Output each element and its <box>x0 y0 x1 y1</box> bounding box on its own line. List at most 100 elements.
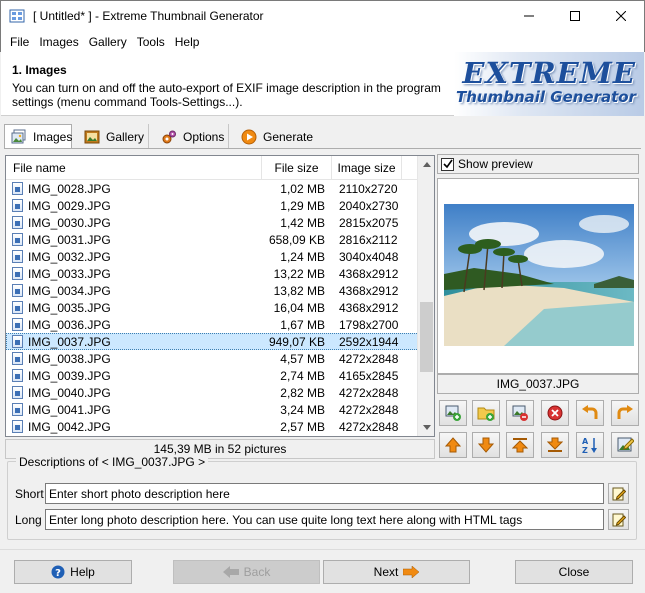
menu-gallery[interactable]: Gallery <box>84 35 132 49</box>
table-row[interactable]: IMG_0041.JPG 3,24 MB 4272x2848 <box>6 401 419 418</box>
menu-file[interactable]: File <box>5 35 34 49</box>
table-row[interactable]: IMG_0037.JPG 949,07 KB 2592x1944 <box>6 333 419 350</box>
image-size-cell: 4272x2848 <box>339 402 399 417</box>
footer-divider <box>0 549 645 550</box>
image-file-list[interactable]: File name File size Image size IMG_0028.… <box>5 155 435 437</box>
menu-help[interactable]: Help <box>170 35 205 49</box>
file-name-text: IMG_0031.JPG <box>28 232 111 247</box>
move-down-button[interactable] <box>472 432 500 458</box>
scroll-up-arrow[interactable] <box>418 156 434 173</box>
menu-tools[interactable]: Tools <box>132 35 170 49</box>
image-file-icon <box>12 250 23 263</box>
edit-image-button[interactable] <box>611 432 639 458</box>
file-name-cell: IMG_0032.JPG <box>7 250 263 264</box>
column-header-file-name[interactable]: File name <box>6 156 262 180</box>
file-size-cell: 1,29 MB <box>280 198 325 213</box>
svg-text:?: ? <box>55 568 61 579</box>
edit-long-description-button[interactable] <box>608 509 629 530</box>
minimize-button[interactable] <box>506 1 552 31</box>
file-name-text: IMG_0029.JPG <box>28 198 111 213</box>
add-folder-button[interactable] <box>472 400 500 426</box>
maximize-button[interactable] <box>552 1 598 31</box>
table-row[interactable]: IMG_0028.JPG 1,02 MB 2110x2720 <box>6 180 419 197</box>
edit-short-description-button[interactable] <box>608 483 629 504</box>
table-row[interactable]: IMG_0030.JPG 1,42 MB 2815x2075 <box>6 214 419 231</box>
generate-icon <box>241 129 257 145</box>
tab-options[interactable]: Options <box>149 124 229 149</box>
show-preview-label: Show preview <box>458 157 533 171</box>
table-row[interactable]: IMG_0032.JPG 1,24 MB 3040x4048 <box>6 248 419 265</box>
column-header-image-size[interactable]: Image size <box>332 156 402 180</box>
move-up-button[interactable] <box>439 432 467 458</box>
remove-image-button[interactable] <box>506 400 534 426</box>
short-description-input[interactable]: Enter short photo description here <box>45 483 604 504</box>
file-list-scrollbar[interactable] <box>417 156 434 436</box>
file-size-cell: 2,57 MB <box>280 419 325 434</box>
file-name-text: IMG_0038.JPG <box>28 351 111 366</box>
arrow-to-bottom-icon <box>547 437 563 452</box>
file-name-cell: IMG_0033.JPG <box>7 267 263 281</box>
table-row[interactable]: IMG_0039.JPG 2,74 MB 4165x2845 <box>6 367 419 384</box>
file-size-cell: 13,22 MB <box>273 266 325 281</box>
add-images-button[interactable] <box>439 400 467 426</box>
image-file-icon <box>12 335 23 348</box>
clear-list-button[interactable] <box>541 400 569 426</box>
options-icon <box>161 129 177 145</box>
rotate-left-icon <box>582 405 598 419</box>
image-edit-icon <box>617 437 634 452</box>
image-size-cell: 4368x2912 <box>339 283 399 298</box>
step-description: You can turn on and off the auto-export … <box>12 81 441 109</box>
table-row[interactable]: IMG_0042.JPG 2,57 MB 4272x2848 <box>6 418 419 435</box>
image-file-icon <box>12 352 23 365</box>
image-size-cell: 2815x2075 <box>339 215 399 230</box>
table-row[interactable]: IMG_0035.JPG 16,04 MB 4368x2912 <box>6 299 419 316</box>
remove-image-icon <box>512 405 528 421</box>
scrollbar-thumb[interactable] <box>420 302 433 372</box>
long-description-label: Long <box>15 513 42 527</box>
long-description-input[interactable]: Enter long photo description here. You c… <box>45 509 604 530</box>
tab-images[interactable]: Images <box>4 124 72 149</box>
image-file-icon <box>12 267 23 280</box>
image-size-cell: 2110x2720 <box>339 181 398 196</box>
chevron-up-icon <box>422 162 431 167</box>
file-name-cell: IMG_0038.JPG <box>7 352 263 366</box>
sort-button[interactable]: AZ <box>576 432 604 458</box>
file-name-cell: IMG_0037.JPG <box>7 335 263 349</box>
file-size-cell: 1,02 MB <box>280 181 325 196</box>
move-top-button[interactable] <box>506 432 534 458</box>
help-button[interactable]: ? Help <box>14 560 132 584</box>
move-bottom-button[interactable] <box>541 432 569 458</box>
image-size-cell: 2592x1944 <box>339 334 399 349</box>
scroll-down-arrow[interactable] <box>418 419 434 436</box>
close-button-label: Close <box>558 565 590 579</box>
close-button[interactable]: Close <box>515 560 633 584</box>
logo-text-subtitle: Thumbnail Generator <box>456 88 636 106</box>
checkmark-icon[interactable] <box>441 157 454 171</box>
image-size-cell: 4165x2845 <box>339 368 399 383</box>
help-icon: ? <box>51 565 65 579</box>
table-row[interactable]: IMG_0038.JPG 4,57 MB 4272x2848 <box>6 350 419 367</box>
arrow-to-top-icon <box>512 438 528 453</box>
table-row[interactable]: IMG_0040.JPG 2,82 MB 4272x2848 <box>6 384 419 401</box>
menu-images[interactable]: Images <box>34 35 83 49</box>
tab-generate[interactable]: Generate <box>229 124 315 149</box>
column-header-file-size[interactable]: File size <box>262 156 332 180</box>
image-file-icon <box>12 199 23 212</box>
file-name-cell: IMG_0029.JPG <box>7 199 263 213</box>
table-row[interactable]: IMG_0029.JPG 1,29 MB 2040x2730 <box>6 197 419 214</box>
show-preview-checkbox[interactable]: Show preview <box>437 154 639 174</box>
table-row[interactable]: IMG_0036.JPG 1,67 MB 1798x2700 <box>6 316 419 333</box>
table-row[interactable]: IMG_0033.JPG 13,22 MB 4368x2912 <box>6 265 419 282</box>
rotate-left-button[interactable] <box>576 400 604 426</box>
table-row[interactable]: IMG_0034.JPG 13,82 MB 4368x2912 <box>6 282 419 299</box>
table-row[interactable]: IMG_0031.JPG 658,09 KB 2816x2112 <box>6 231 419 248</box>
rotate-right-button[interactable] <box>611 400 639 426</box>
image-size-cell: 3040x4048 <box>339 249 399 264</box>
tab-gallery[interactable]: Gallery <box>72 124 149 149</box>
close-window-button[interactable] <box>598 1 644 31</box>
file-name-cell: IMG_0040.JPG <box>7 386 263 400</box>
next-button[interactable]: Next <box>323 560 470 584</box>
back-button[interactable]: Back <box>173 560 320 584</box>
back-button-label: Back <box>243 565 271 579</box>
chevron-down-icon <box>422 425 431 430</box>
